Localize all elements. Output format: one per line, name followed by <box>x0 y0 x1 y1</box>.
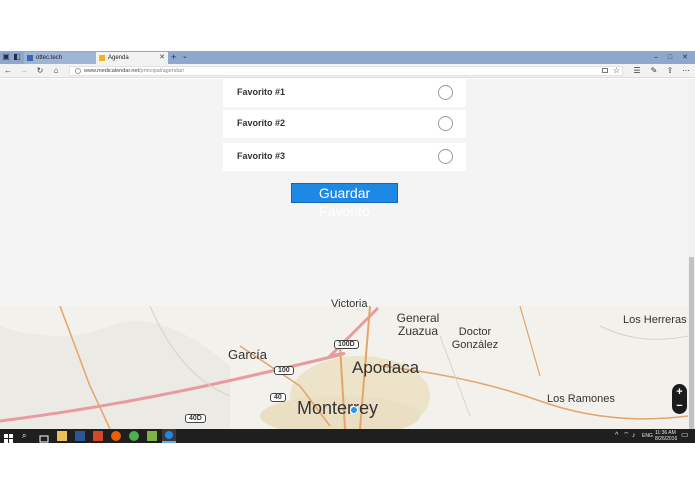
forward-button[interactable]: → <box>19 65 29 77</box>
word-icon[interactable] <box>75 431 85 441</box>
maximize-button[interactable]: □ <box>663 51 677 64</box>
favorite-item-2[interactable]: Favorito #2 <box>223 110 466 138</box>
map-view[interactable]: Victoria General Zuazua Doctor González … <box>0 298 688 429</box>
minimize-button[interactable]: – <box>649 51 663 64</box>
address-bar[interactable]: www.medicalendar.net/principal/agendar/ … <box>69 66 623 76</box>
bottom-margin <box>0 443 695 494</box>
show-tabs-icon[interactable]: ◧ <box>13 53 21 61</box>
ottec-favicon-icon <box>27 55 33 61</box>
top-margin <box>0 0 695 51</box>
map-city-label: Doctor González <box>451 326 499 351</box>
share-icon[interactable]: ⇪ <box>665 65 675 77</box>
chrome-icon[interactable] <box>129 431 139 441</box>
save-favorite-button[interactable]: Guardar Favorito <box>291 183 398 219</box>
browser-tab-agenda[interactable]: Agenda ✕ <box>96 52 168 64</box>
page-content: Favorito #1 Favorito #2 Favorito #3 Guar… <box>0 79 688 429</box>
current-location-icon <box>350 406 358 414</box>
favorite-radio[interactable] <box>438 85 453 100</box>
zoom-out-button[interactable]: − <box>672 399 687 413</box>
highway-shield-icon: 100 <box>274 366 294 375</box>
map-city-label: Los Herreras <box>623 314 687 326</box>
map-city-label: General Zuazua <box>396 311 440 338</box>
tab-title: ottec.tech <box>36 55 63 61</box>
clock-date[interactable]: 8/26/2016 <box>655 436 677 442</box>
windows-taskbar: ⌕ ^ ⌔ ♪ ENG 11:36 AM 8/26/2016 ▭ <box>0 429 695 443</box>
favorite-radio[interactable] <box>438 116 453 131</box>
web-note-icon[interactable]: ✎ <box>649 65 659 77</box>
tab-title: Agenda <box>108 55 129 61</box>
map-city-label: Los Ramones <box>547 393 615 405</box>
map-city-label: Victoria <box>331 298 368 310</box>
tab-preview-chevron-icon[interactable]: ⌄ <box>182 51 188 63</box>
close-window-button[interactable]: ✕ <box>678 51 692 64</box>
refresh-button[interactable]: ↻ <box>35 65 45 77</box>
highway-shield-icon: 40 <box>270 393 286 402</box>
favorite-item-1[interactable]: Favorito #1 <box>223 79 466 107</box>
agenda-favicon-icon <box>99 55 105 61</box>
favorite-star-icon[interactable]: ☆ <box>613 66 620 75</box>
app-icon[interactable] <box>147 431 157 441</box>
network-icon[interactable]: ⌔ <box>623 432 630 439</box>
volume-icon[interactable]: ♪ <box>632 432 636 439</box>
url-domain: www.medicalendar.net <box>84 68 140 74</box>
zoom-control: + − <box>672 384 687 414</box>
site-info-icon[interactable] <box>75 68 81 74</box>
close-tab-icon[interactable]: ✕ <box>159 52 165 64</box>
highway-shield-icon: 40D <box>185 414 206 423</box>
url-text: www.medicalendar.net/principal/agendar/ <box>84 67 184 75</box>
powerpoint-icon[interactable] <box>93 431 103 441</box>
language-indicator[interactable]: ENG <box>642 433 653 439</box>
tray-chevron-icon[interactable]: ^ <box>615 432 618 439</box>
file-explorer-icon[interactable] <box>57 431 67 441</box>
favorite-label: Favorito #1 <box>237 87 286 97</box>
browser-nav-bar: ← → ↻ ⌂ www.medicalendar.net/principal/a… <box>0 64 695 78</box>
windows-start-icon[interactable] <box>4 431 14 443</box>
favorite-label: Favorito #3 <box>237 151 286 161</box>
map-city-label: Apodaca <box>352 358 420 377</box>
map-city-label: García <box>228 347 268 362</box>
firefox-icon[interactable] <box>111 431 121 441</box>
browser-tab-ottec[interactable]: ottec.tech <box>24 52 96 64</box>
search-icon[interactable]: ⌕ <box>22 431 32 441</box>
favorite-item-3[interactable]: Favorito #3 <box>223 143 466 171</box>
reading-view-icon[interactable] <box>602 68 608 73</box>
url-path: /principal/agendar/ <box>139 68 185 74</box>
action-center-icon[interactable]: ▭ <box>681 431 689 439</box>
page-scrollbar[interactable] <box>688 79 695 429</box>
highway-shield-icon: 100D <box>334 340 359 349</box>
back-button[interactable]: ← <box>3 65 13 77</box>
browser-tab-bar: ▣ ◧ ottec.tech Agenda ✕ + ⌄ – □ ✕ <box>0 51 695 64</box>
tab-set-aside-icon[interactable]: ▣ <box>2 53 10 61</box>
hub-icon[interactable]: ☰ <box>632 65 642 77</box>
more-menu-icon[interactable]: ⋯ <box>681 65 691 77</box>
zoom-in-button[interactable]: + <box>672 385 687 399</box>
home-button[interactable]: ⌂ <box>51 65 61 77</box>
new-tab-button[interactable]: + <box>171 51 176 63</box>
favorite-radio[interactable] <box>438 149 453 164</box>
scrollbar-thumb[interactable] <box>689 257 694 429</box>
map-city-label: Monterrey <box>297 398 379 418</box>
favorite-label: Favorito #2 <box>237 118 286 128</box>
edge-icon <box>165 431 173 439</box>
edge-taskbar-button[interactable] <box>162 429 176 443</box>
task-view-icon[interactable] <box>39 431 49 443</box>
